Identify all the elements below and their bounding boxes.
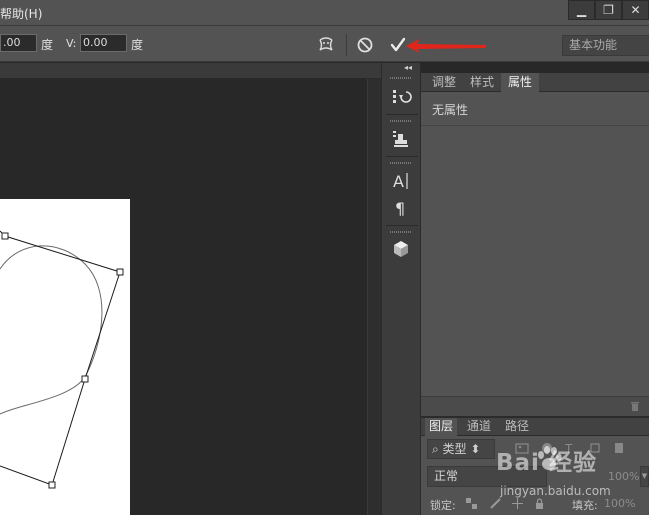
transform-handle[interactable] bbox=[116, 268, 124, 276]
svg-text:A: A bbox=[393, 172, 404, 191]
free-transform-box[interactable] bbox=[0, 199, 140, 515]
dock-grip[interactable] bbox=[390, 77, 412, 79]
close-button[interactable]: ✕ bbox=[622, 0, 649, 20]
cancel-transform-icon[interactable] bbox=[355, 35, 375, 55]
warp-mode-icon[interactable] bbox=[316, 35, 336, 55]
tab-layers[interactable]: 图层 bbox=[425, 418, 458, 436]
dock-grip[interactable] bbox=[390, 120, 412, 122]
history-icon[interactable] bbox=[390, 86, 412, 108]
paw-logo-icon bbox=[538, 446, 562, 470]
properties-footer bbox=[421, 396, 649, 416]
h-skew-unit: 度 bbox=[41, 38, 54, 52]
watermark-url: jingyan.baidu.com bbox=[500, 484, 611, 498]
h-skew-field[interactable]: .00 bbox=[0, 34, 37, 52]
no-properties-text: 无属性 bbox=[432, 103, 469, 117]
workspace-select[interactable]: 基本功能 bbox=[562, 35, 649, 56]
transform-handle[interactable] bbox=[81, 375, 89, 383]
lock-transparent-icon[interactable] bbox=[466, 498, 477, 509]
dock-separator bbox=[386, 225, 418, 226]
tab-adjustments[interactable]: 调整 bbox=[425, 73, 463, 92]
3d-cube-icon[interactable] bbox=[390, 238, 412, 260]
dock-separator bbox=[386, 156, 418, 157]
v-skew-field[interactable]: 0.00 bbox=[80, 34, 127, 52]
menu-bar bbox=[0, 0, 649, 26]
transform-handle[interactable] bbox=[1, 232, 9, 240]
svg-text:¶: ¶ bbox=[395, 199, 405, 218]
collapse-panels-icon[interactable]: ◂◂ bbox=[404, 63, 412, 72]
trash-icon[interactable] bbox=[629, 400, 641, 412]
tab-properties[interactable]: 属性 bbox=[501, 73, 540, 92]
dock-grip[interactable] bbox=[390, 162, 412, 164]
v-skew-unit: 度 bbox=[131, 38, 144, 52]
tab-paths[interactable]: 路径 bbox=[501, 418, 533, 436]
lock-label: 锁定: bbox=[430, 499, 456, 512]
properties-divider bbox=[421, 125, 649, 126]
layer-filter-select[interactable]: ⌕ 类型 ⬍ bbox=[427, 439, 495, 459]
restore-button[interactable]: ❐ bbox=[595, 0, 622, 20]
tab-channels[interactable]: 通道 bbox=[463, 418, 495, 436]
layer-filter-label: 类型 bbox=[442, 442, 467, 456]
dock-separator bbox=[386, 114, 418, 115]
baidu-jingyan-watermark: Bai 经验 jingyan.baidu.com bbox=[496, 443, 626, 503]
menu-item-help[interactable]: 帮助(H) bbox=[0, 5, 42, 22]
document-tab-strip bbox=[0, 63, 381, 79]
chevron-updown-icon: ⬍ bbox=[466, 442, 481, 456]
transform-handle[interactable] bbox=[48, 481, 56, 489]
red-arrow-annotation bbox=[406, 39, 486, 53]
dock-grip[interactable] bbox=[390, 231, 412, 233]
search-icon: ⌕ bbox=[432, 442, 443, 456]
opacity-dropdown[interactable]: ▼ bbox=[640, 466, 649, 487]
character-icon[interactable]: A bbox=[390, 170, 412, 192]
toolbar-separator bbox=[346, 34, 347, 56]
minimize-button[interactable]: ▁ bbox=[568, 0, 595, 20]
tab-styles[interactable]: 样式 bbox=[463, 73, 501, 92]
vertical-scrollbar[interactable] bbox=[367, 79, 381, 515]
v-skew-label: V: bbox=[66, 37, 77, 50]
paragraph-icon[interactable]: ¶ bbox=[390, 197, 412, 219]
clone-source-icon[interactable] bbox=[390, 128, 412, 150]
